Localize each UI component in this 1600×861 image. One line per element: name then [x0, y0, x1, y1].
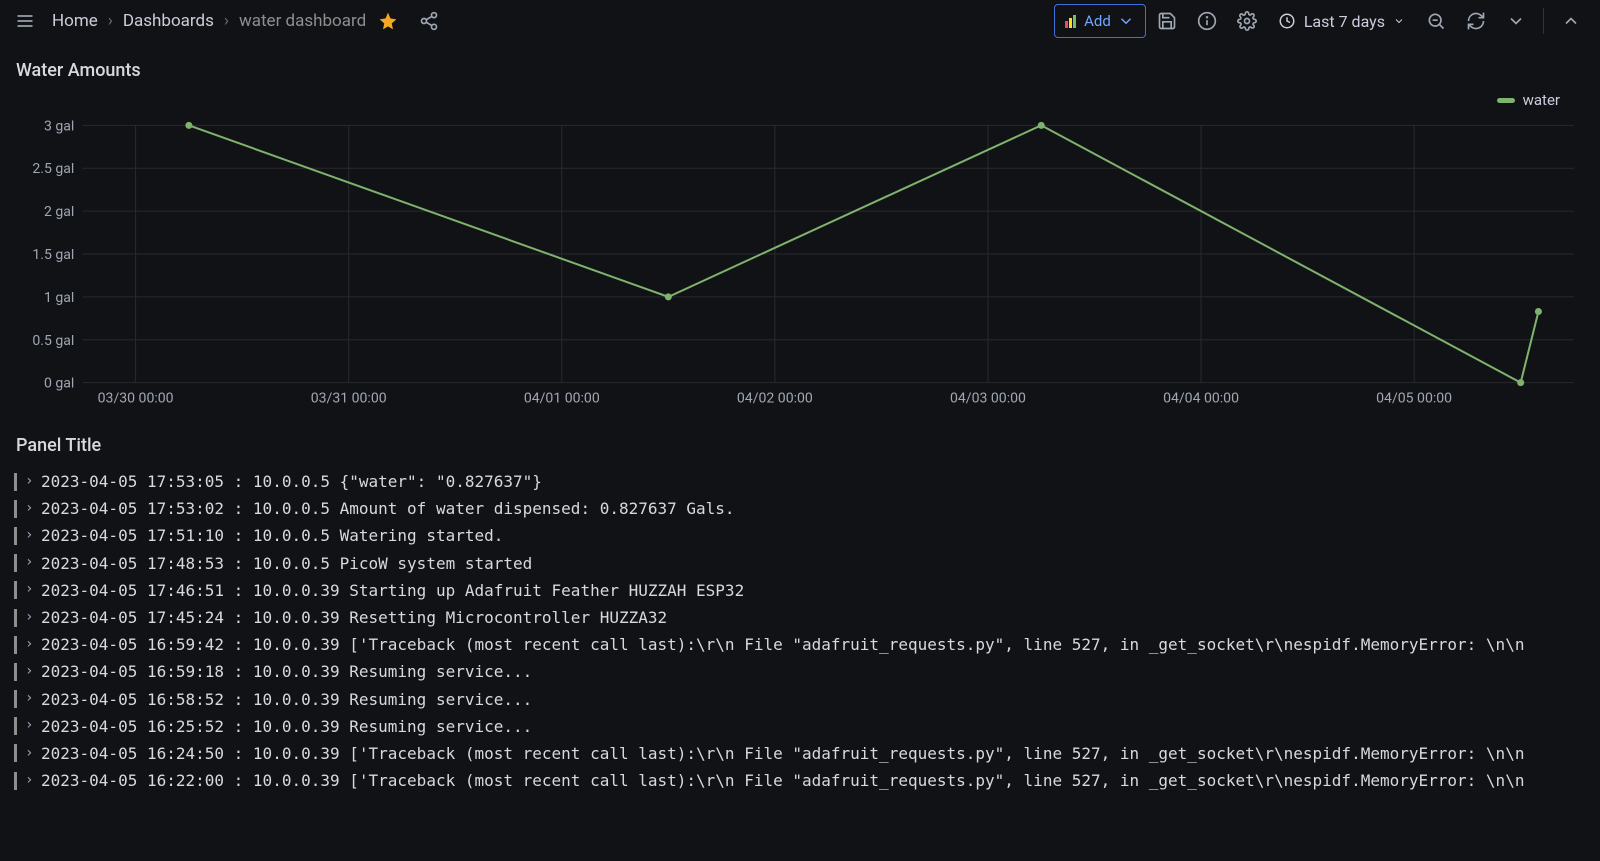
toolbar-right: Add Last 7 days: [1054, 4, 1594, 38]
legend-label: water: [1523, 91, 1560, 109]
svg-text:0.5 gal: 0.5 gal: [32, 333, 74, 349]
expand-caret-icon[interactable]: ›: [25, 769, 33, 793]
log-level-bar: [14, 636, 17, 654]
log-row[interactable]: › 2023-04-05 17:46:51 : 10.0.0.39 Startin…: [14, 577, 1586, 604]
settings-button[interactable]: [1228, 4, 1266, 38]
log-row[interactable]: › 2023-04-05 17:51:10 : 10.0.0.5 Watering…: [14, 522, 1586, 549]
log-text: 2023-04-05 16:58:52 : 10.0.0.39 Resuming…: [41, 686, 532, 713]
log-text: 2023-04-05 16:25:52 : 10.0.0.39 Resuming…: [41, 713, 532, 740]
chevron-down-icon: [1393, 15, 1405, 27]
svg-text:04/05 00:00: 04/05 00:00: [1376, 391, 1452, 407]
clock-icon: [1278, 12, 1296, 30]
log-level-bar: [14, 609, 17, 627]
svg-text:2 gal: 2 gal: [44, 204, 74, 220]
panel-icon: [1065, 14, 1076, 28]
svg-text:0 gal: 0 gal: [44, 376, 74, 392]
expand-caret-icon[interactable]: ›: [25, 497, 33, 521]
log-level-bar: [14, 527, 17, 545]
legend-swatch: [1497, 98, 1515, 103]
chart-legend[interactable]: water: [1497, 91, 1560, 109]
expand-caret-icon[interactable]: ›: [25, 578, 33, 602]
add-label: Add: [1084, 12, 1111, 30]
log-level-bar: [14, 717, 17, 735]
expand-caret-icon[interactable]: ›: [25, 742, 33, 766]
log-text: 2023-04-05 17:53:02 : 10.0.0.5 Amount of…: [41, 495, 735, 522]
svg-text:2.5 gal: 2.5 gal: [32, 161, 74, 177]
log-text: 2023-04-05 17:45:24 : 10.0.0.39 Resettin…: [41, 604, 667, 631]
svg-text:03/30 00:00: 03/30 00:00: [98, 391, 174, 407]
log-level-bar: [14, 554, 17, 572]
expand-caret-icon[interactable]: ›: [25, 660, 33, 684]
log-text: 2023-04-05 16:22:00 : 10.0.0.39 ['Traceb…: [41, 767, 1524, 794]
log-level-bar: [14, 744, 17, 762]
log-level-bar: [14, 581, 17, 599]
panel-title[interactable]: Panel Title: [12, 427, 1588, 466]
log-level-bar: [14, 500, 17, 518]
divider: [1543, 8, 1544, 34]
svg-text:04/03 00:00: 04/03 00:00: [950, 391, 1026, 407]
svg-text:04/04 00:00: 04/04 00:00: [1163, 391, 1239, 407]
add-button[interactable]: Add: [1054, 4, 1146, 38]
panel-water-amounts: Water Amounts water 0 gal 0.5 gal 1 gal 1.5…: [12, 52, 1588, 421]
svg-text:1 gal: 1 gal: [44, 290, 74, 306]
log-text: 2023-04-05 16:24:50 : 10.0.0.39 ['Traceb…: [41, 740, 1524, 767]
panel-logs: Panel Title › 2023-04-05 17:53:05 : 10.0.…: [12, 427, 1588, 794]
collapse-button[interactable]: [1552, 4, 1590, 38]
chart-area[interactable]: water 0 gal 0.5 gal 1 gal 1.5 gal 2 gal 2.5 g…: [12, 91, 1588, 421]
log-text: 2023-04-05 16:59:18 : 10.0.0.39 Resuming…: [41, 658, 532, 685]
svg-text:1.5 gal: 1.5 gal: [32, 247, 74, 263]
topbar: Home › Dashboards › water dashboard Add …: [0, 0, 1600, 42]
panel-title[interactable]: Water Amounts: [12, 52, 1588, 91]
log-text: 2023-04-05 17:48:53 : 10.0.0.5 PicoW sys…: [41, 550, 532, 577]
log-row[interactable]: › 2023-04-05 17:45:24 : 10.0.0.39 Resetti…: [14, 604, 1586, 631]
log-row[interactable]: › 2023-04-05 16:59:42 : 10.0.0.39 ['Trace…: [14, 631, 1586, 658]
line-chart[interactable]: 0 gal 0.5 gal 1 gal 1.5 gal 2 gal 2.5 gal 3 ga…: [16, 91, 1584, 421]
log-level-bar: [14, 690, 17, 708]
log-row[interactable]: › 2023-04-05 17:48:53 : 10.0.0.5 PicoW sy…: [14, 550, 1586, 577]
log-row[interactable]: › 2023-04-05 17:53:05 : 10.0.0.5 {"water"…: [14, 468, 1586, 495]
log-row[interactable]: › 2023-04-05 16:25:52 : 10.0.0.39 Resumin…: [14, 713, 1586, 740]
share-button[interactable]: [410, 4, 448, 38]
expand-caret-icon[interactable]: ›: [25, 470, 33, 494]
refresh-interval-button[interactable]: [1497, 4, 1535, 38]
breadcrumb-section[interactable]: Dashboards: [123, 11, 214, 31]
log-row[interactable]: › 2023-04-05 16:59:18 : 10.0.0.39 Resumin…: [14, 658, 1586, 685]
expand-caret-icon[interactable]: ›: [25, 551, 33, 575]
log-row[interactable]: › 2023-04-05 16:22:00 : 10.0.0.39 ['Trace…: [14, 767, 1586, 794]
log-level-bar: [14, 473, 17, 491]
breadcrumb: Home › Dashboards › water dashboard: [52, 11, 366, 31]
svg-text:03/31 00:00: 03/31 00:00: [311, 391, 387, 407]
expand-caret-icon[interactable]: ›: [25, 524, 33, 548]
log-level-bar: [14, 772, 17, 790]
log-text: 2023-04-05 17:46:51 : 10.0.0.39 Starting…: [41, 577, 744, 604]
chevron-right-icon: ›: [224, 11, 229, 31]
chevron-right-icon: ›: [108, 11, 113, 31]
chevron-down-icon: [1117, 12, 1135, 30]
log-list[interactable]: › 2023-04-05 17:53:05 : 10.0.0.5 {"water"…: [12, 466, 1588, 794]
time-range-label: Last 7 days: [1304, 12, 1385, 31]
log-row[interactable]: › 2023-04-05 16:24:50 : 10.0.0.39 ['Trace…: [14, 740, 1586, 767]
expand-caret-icon[interactable]: ›: [25, 714, 33, 738]
log-row[interactable]: › 2023-04-05 17:53:02 : 10.0.0.5 Amount o…: [14, 495, 1586, 522]
zoom-out-button[interactable]: [1417, 4, 1455, 38]
log-text: 2023-04-05 17:51:10 : 10.0.0.5 Watering …: [41, 522, 503, 549]
save-button[interactable]: [1148, 4, 1186, 38]
expand-caret-icon[interactable]: ›: [25, 687, 33, 711]
breadcrumb-home[interactable]: Home: [52, 11, 98, 31]
log-text: 2023-04-05 16:59:42 : 10.0.0.39 ['Traceb…: [41, 631, 1524, 658]
log-level-bar: [14, 663, 17, 681]
time-range-button[interactable]: Last 7 days: [1268, 4, 1415, 38]
svg-text:04/02 00:00: 04/02 00:00: [737, 391, 813, 407]
info-button[interactable]: [1188, 4, 1226, 38]
expand-caret-icon[interactable]: ›: [25, 633, 33, 657]
log-text: 2023-04-05 17:53:05 : 10.0.0.5 {"water":…: [41, 468, 542, 495]
refresh-button[interactable]: [1457, 4, 1495, 38]
svg-text:3 gal: 3 gal: [44, 118, 74, 134]
favorite-button[interactable]: [368, 4, 408, 38]
log-row[interactable]: › 2023-04-05 16:58:52 : 10.0.0.39 Resumin…: [14, 686, 1586, 713]
menu-button[interactable]: [6, 4, 44, 38]
expand-caret-icon[interactable]: ›: [25, 606, 33, 630]
breadcrumb-page[interactable]: water dashboard: [239, 11, 366, 31]
svg-text:04/01 00:00: 04/01 00:00: [524, 391, 600, 407]
